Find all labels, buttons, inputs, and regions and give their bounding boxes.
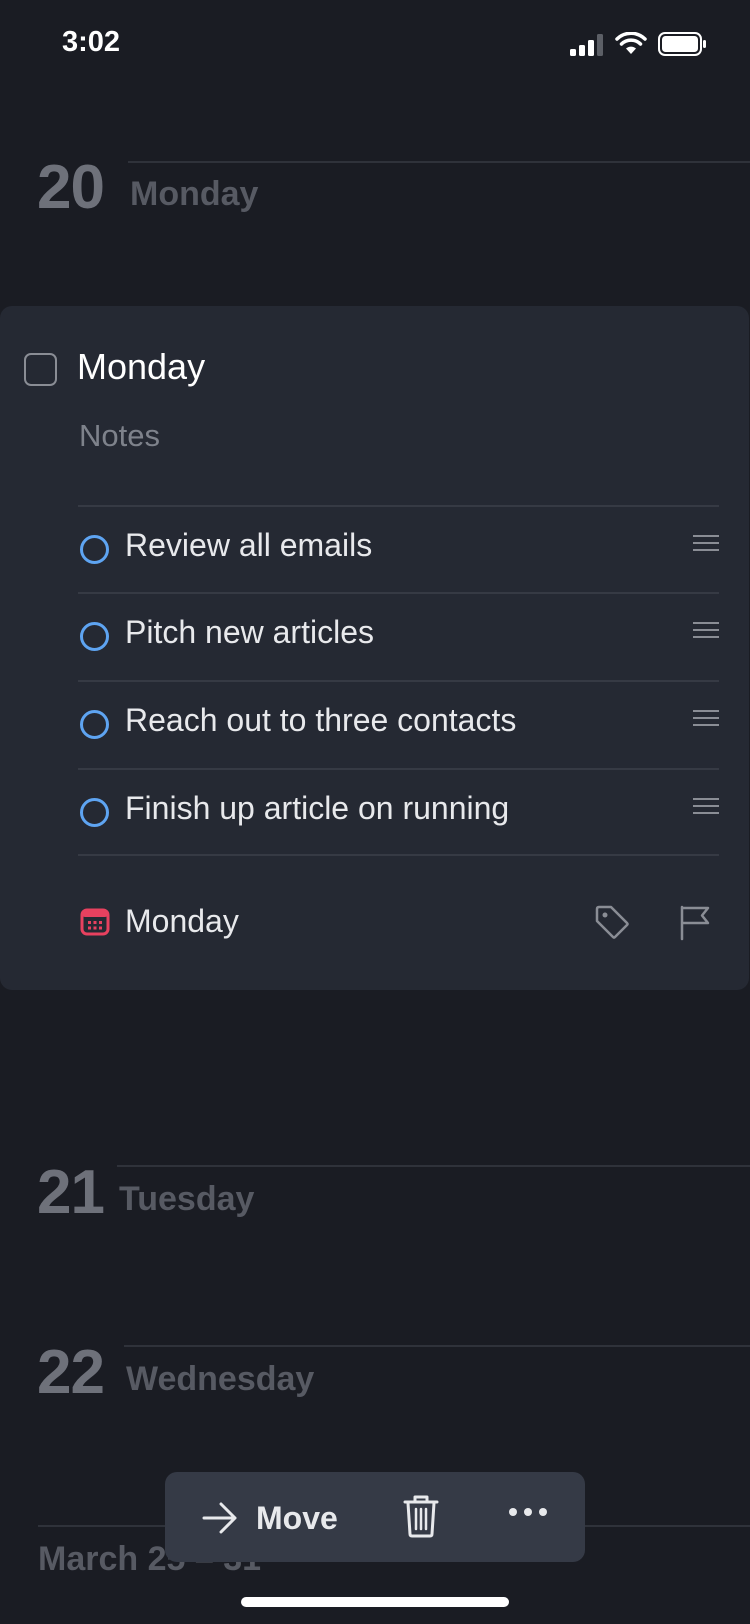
checklist-circle-icon[interactable] (80, 798, 109, 827)
when-label[interactable]: Monday (125, 903, 239, 940)
checklist-circle-icon[interactable] (80, 622, 109, 651)
home-indicator[interactable] (241, 1597, 509, 1607)
day-header-20: 20 Monday (0, 152, 750, 242)
status-time: 3:02 (62, 26, 121, 58)
move-label: Move (256, 1500, 338, 1536)
task-notes-field[interactable]: Notes (79, 418, 160, 454)
checklist-item-label[interactable]: Review all emails (125, 527, 372, 564)
wifi-icon (615, 32, 647, 54)
arrow-right-icon (202, 1502, 237, 1534)
checklist-item[interactable]: Finish up article on running (0, 768, 749, 854)
trash-icon[interactable] (403, 1494, 439, 1538)
day-divider (117, 1165, 750, 1167)
checklist-item[interactable]: Reach out to three contacts (0, 680, 749, 766)
day-header-22: 22 Wednesday (0, 1337, 750, 1427)
day-divider (124, 1345, 750, 1347)
checklist-item-label[interactable]: Pitch new articles (125, 614, 374, 651)
day-header-21: 21 Tuesday (0, 1157, 750, 1247)
task-title[interactable]: Monday (77, 346, 205, 388)
day-name: Wednesday (126, 1360, 315, 1398)
action-toolbar: Move (165, 1472, 585, 1562)
checklist-divider (78, 854, 719, 856)
flag-icon[interactable] (676, 903, 714, 941)
checklist-item[interactable]: Review all emails (0, 505, 749, 591)
more-options-button[interactable] (509, 1506, 547, 1520)
battery-icon (658, 32, 706, 56)
drag-handle-icon[interactable] (693, 535, 719, 555)
checklist-circle-icon[interactable] (80, 710, 109, 739)
drag-handle-icon[interactable] (693, 622, 719, 642)
day-name: Monday (130, 175, 259, 213)
checklist-item[interactable]: Pitch new articles (0, 592, 749, 678)
checklist-item-label[interactable]: Finish up article on running (125, 790, 509, 827)
move-button[interactable]: Move (201, 1490, 351, 1544)
day-number: 22 (37, 1338, 105, 1407)
drag-handle-icon[interactable] (693, 710, 719, 730)
day-number: 21 (37, 1158, 105, 1227)
checklist-circle-icon[interactable] (80, 535, 109, 564)
day-divider (128, 161, 750, 163)
tag-icon[interactable] (593, 903, 631, 941)
status-icons (570, 30, 720, 60)
checklist-item-label[interactable]: Reach out to three contacts (125, 702, 516, 739)
day-number: 20 (37, 153, 105, 222)
cellular-signal-icon (570, 34, 603, 56)
calendar-icon[interactable] (80, 906, 110, 936)
task-checkbox[interactable] (24, 353, 57, 386)
day-name: Tuesday (119, 1180, 255, 1218)
drag-handle-icon[interactable] (693, 798, 719, 818)
